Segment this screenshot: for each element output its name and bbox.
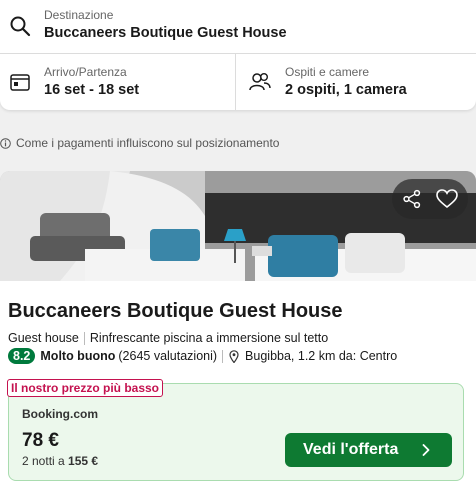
view-deal-button[interactable]: Vedi l'offerta	[285, 433, 452, 467]
dates-value: 16 set - 18 set	[44, 82, 140, 98]
review-count[interactable]: (2645 valutazioni)	[118, 349, 217, 363]
search-icon	[10, 16, 31, 37]
payment-note-text: Come i pagamenti influiscono sul posizio…	[16, 136, 280, 150]
guests-label: Ospiti e camere	[285, 65, 370, 79]
location-pin-icon	[229, 349, 239, 363]
divider	[83, 331, 85, 345]
view-deal-label: Vedi l'offerta	[303, 441, 399, 458]
hotel-location[interactable]: Bugibba, 1.2 km da: Centro	[245, 349, 397, 363]
hotel-photo[interactable]	[0, 171, 476, 281]
hotel-name[interactable]: Buccaneers Boutique Guest House	[8, 300, 343, 323]
guests-field[interactable]: Ospiti e camere 2 ospiti, 1 camera	[237, 54, 476, 110]
heart-icon[interactable]	[436, 189, 458, 209]
destination-label: Destinazione	[44, 8, 114, 22]
hotel-meta: Guest house Rinfrescante piscina a immer…	[8, 331, 328, 345]
nights-text: 2 notti a	[22, 454, 65, 468]
calendar-icon	[10, 74, 30, 91]
search-summary-card: Destinazione Buccaneers Boutique Guest H…	[0, 0, 476, 110]
rating-score-badge: 8.2	[8, 348, 36, 364]
total-price: 155 €	[68, 454, 99, 468]
info-icon	[0, 137, 11, 149]
dates-label: Arrivo/Partenza	[44, 65, 127, 79]
deal-price: 78 €	[22, 430, 59, 451]
destination-field[interactable]: Destinazione Buccaneers Boutique Guest H…	[0, 0, 476, 54]
rating-label: Molto buono	[40, 349, 116, 363]
payment-ranking-note[interactable]: Come i pagamenti influiscono sul posizio…	[0, 136, 279, 150]
hotel-result-card[interactable]: Buccaneers Boutique Guest House Guest ho…	[0, 171, 476, 486]
guests-value: 2 ospiti, 1 camera	[285, 82, 407, 98]
lowest-price-badge: Il nostro prezzo più basso	[7, 379, 164, 397]
dates-field[interactable]: Arrivo/Partenza 16 set - 18 set	[0, 54, 236, 110]
hotel-highlight: Rinfrescante piscina a immersione sul te…	[89, 331, 329, 345]
guests-icon	[249, 73, 271, 91]
best-deal-box[interactable]: Il nostro prezzo più basso Booking.com 7…	[7, 379, 464, 481]
chevron-right-icon	[422, 444, 430, 456]
photo-actions	[392, 179, 468, 219]
divider	[222, 349, 224, 363]
share-icon[interactable]	[402, 189, 422, 209]
deal-provider: Booking.com	[22, 407, 99, 421]
rating-row: 8.2 Molto buono (2645 valutazioni) Bugib…	[8, 348, 397, 364]
hotel-type: Guest house	[8, 331, 79, 345]
destination-value: Buccaneers Boutique Guest House	[44, 25, 287, 41]
deal-total: 2 notti a 155 €	[22, 454, 98, 468]
